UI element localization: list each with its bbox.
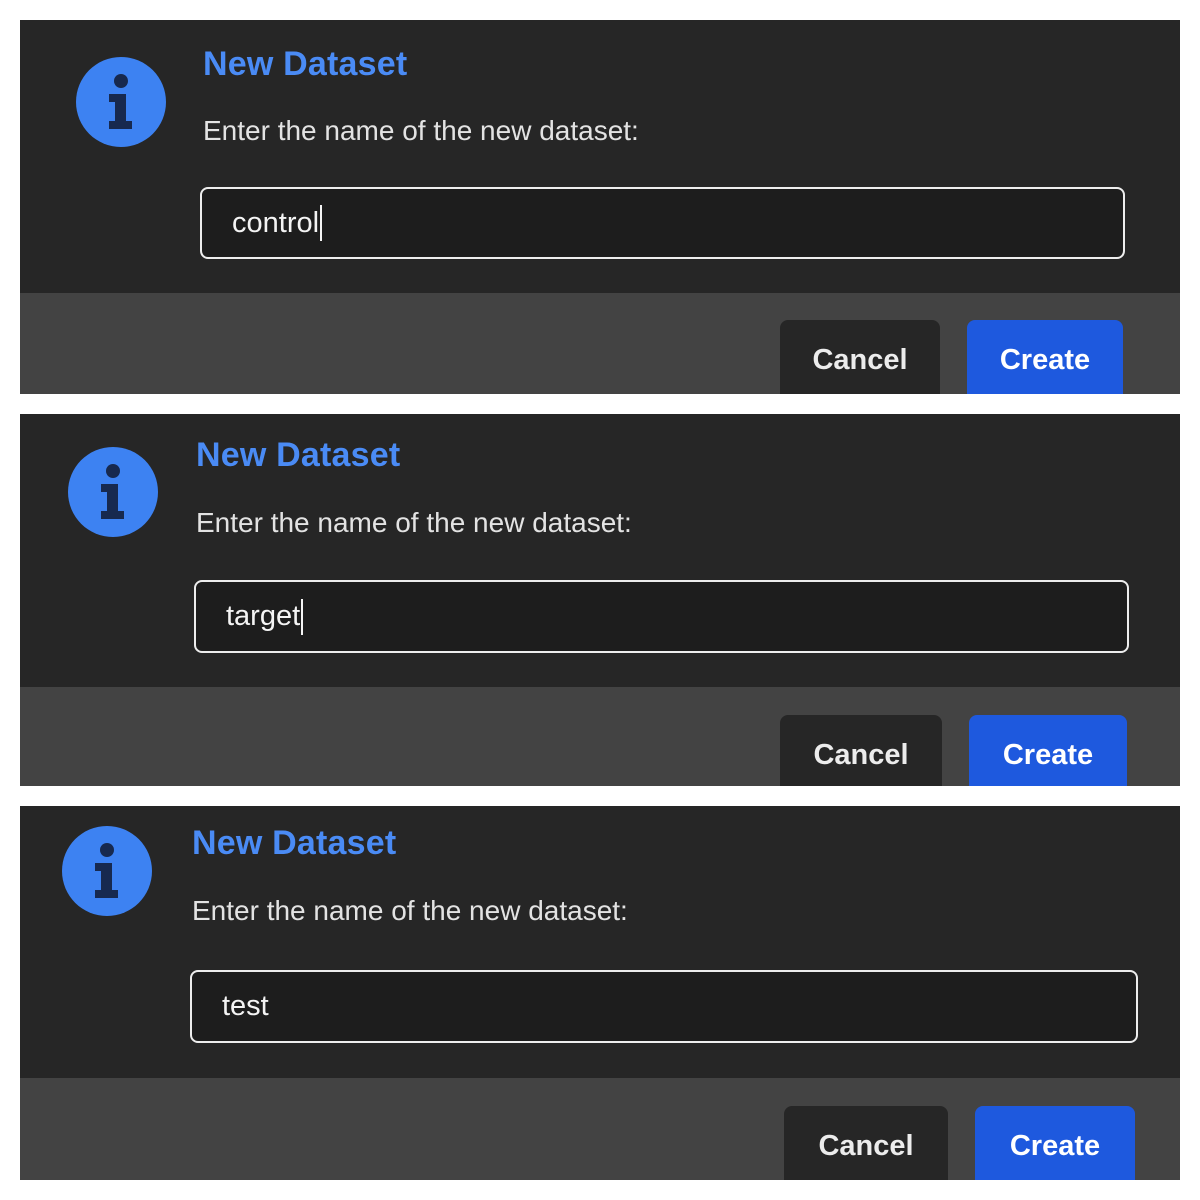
create-button[interactable]: Create	[975, 1106, 1135, 1180]
dataset-name-input[interactable]: test	[190, 970, 1138, 1043]
dialog-prompt: Enter the name of the new dataset:	[203, 115, 639, 146]
dataset-name-input[interactable]: control	[200, 187, 1125, 259]
dialog-panel-2: New Dataset Enter the name of the new da…	[20, 414, 1180, 786]
dialog-title: New Dataset	[203, 45, 408, 83]
dialog-prompt: Enter the name of the new dataset:	[196, 507, 632, 538]
create-button[interactable]: Create	[967, 320, 1123, 394]
cancel-button[interactable]: Cancel	[780, 715, 942, 786]
text-caret	[301, 598, 304, 635]
info-icon	[76, 57, 166, 147]
info-icon	[62, 826, 152, 916]
input-value: test	[222, 990, 269, 1022]
cancel-button[interactable]: Cancel	[780, 320, 940, 394]
text-caret	[320, 205, 323, 241]
info-icon	[68, 447, 158, 537]
dialog-panel-1: New Dataset Enter the name of the new da…	[20, 20, 1180, 394]
dialog-prompt: Enter the name of the new dataset:	[192, 895, 628, 926]
input-value: control	[232, 206, 320, 239]
dialog-title: New Dataset	[192, 824, 397, 862]
create-button[interactable]: Create	[969, 715, 1127, 786]
dataset-name-input[interactable]: target	[194, 580, 1129, 653]
cancel-button[interactable]: Cancel	[784, 1106, 948, 1180]
dialog-title: New Dataset	[196, 436, 401, 474]
dialog-footer: Cancel Create	[20, 687, 1180, 786]
dialog-panel-3: New Dataset Enter the name of the new da…	[20, 806, 1180, 1180]
input-value: target	[226, 600, 301, 632]
dialog-footer: Cancel Create	[20, 293, 1180, 394]
dialog-footer: Cancel Create	[20, 1078, 1180, 1180]
